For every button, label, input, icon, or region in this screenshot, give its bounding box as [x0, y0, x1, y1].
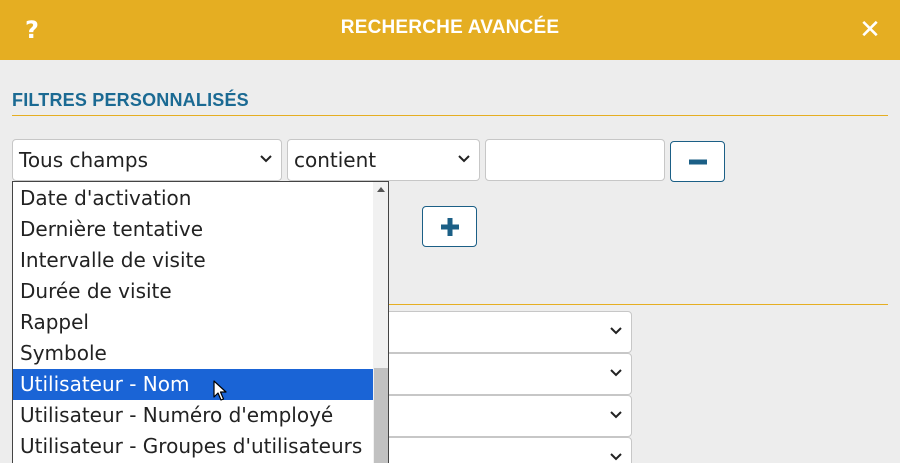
- scrollbar-thumb[interactable]: [374, 368, 388, 463]
- dropdown-scrollbar[interactable]: [373, 182, 388, 463]
- dropdown-option[interactable]: Utilisateur - Numéro d'employé: [13, 400, 373, 431]
- criteria-select-4[interactable]: [380, 437, 632, 463]
- dialog-header: ? RECHERCHE AVANCÉE ✕: [0, 0, 900, 60]
- add-filter-button[interactable]: [422, 206, 477, 247]
- filter-value-input[interactable]: [485, 139, 665, 181]
- dropdown-option[interactable]: Durée de visite: [13, 276, 373, 307]
- section-title-custom-filters: FILTRES PERSONNALISÉS: [12, 90, 249, 110]
- criteria-select-3[interactable]: [380, 395, 632, 437]
- dropdown-option[interactable]: Symbole: [13, 338, 373, 369]
- minus-icon: [688, 159, 707, 164]
- chevron-down-icon: [458, 155, 470, 163]
- dialog-title: RECHERCHE AVANCÉE: [340, 17, 560, 38]
- chevron-down-icon: [610, 369, 622, 377]
- dropdown-option[interactable]: Utilisateur - Groupes d'utilisateurs: [13, 431, 373, 462]
- chevron-down-icon: [610, 411, 622, 419]
- criteria-select-1[interactable]: [380, 311, 632, 353]
- field-select-value: Tous champs: [19, 148, 149, 172]
- dropdown-option[interactable]: Intervalle de visite: [13, 245, 373, 276]
- mouse-pointer-icon: [213, 380, 227, 401]
- remove-filter-button[interactable]: [670, 141, 725, 182]
- close-button[interactable]: ✕: [855, 12, 885, 48]
- operator-select-value: contient: [294, 148, 377, 172]
- dropdown-option-selected[interactable]: Utilisateur - Nom: [13, 369, 373, 400]
- criteria-select-2[interactable]: [380, 353, 632, 395]
- chevron-down-icon: [260, 155, 272, 163]
- dropdown-option[interactable]: Date d'activation: [13, 183, 373, 214]
- dropdown-option[interactable]: Dernière tentative: [13, 214, 373, 245]
- section-divider: [12, 115, 888, 116]
- scroll-up-arrow-icon[interactable]: [377, 187, 385, 192]
- operator-select[interactable]: contient: [287, 139, 480, 181]
- plus-icon: [440, 217, 459, 236]
- dropdown-option[interactable]: Rappel: [13, 307, 373, 338]
- field-dropdown-list[interactable]: Date d'activation Dernière tentative Int…: [12, 181, 389, 463]
- chevron-down-icon: [610, 327, 622, 335]
- field-select[interactable]: Tous champs: [12, 139, 282, 181]
- chevron-down-icon: [610, 453, 622, 461]
